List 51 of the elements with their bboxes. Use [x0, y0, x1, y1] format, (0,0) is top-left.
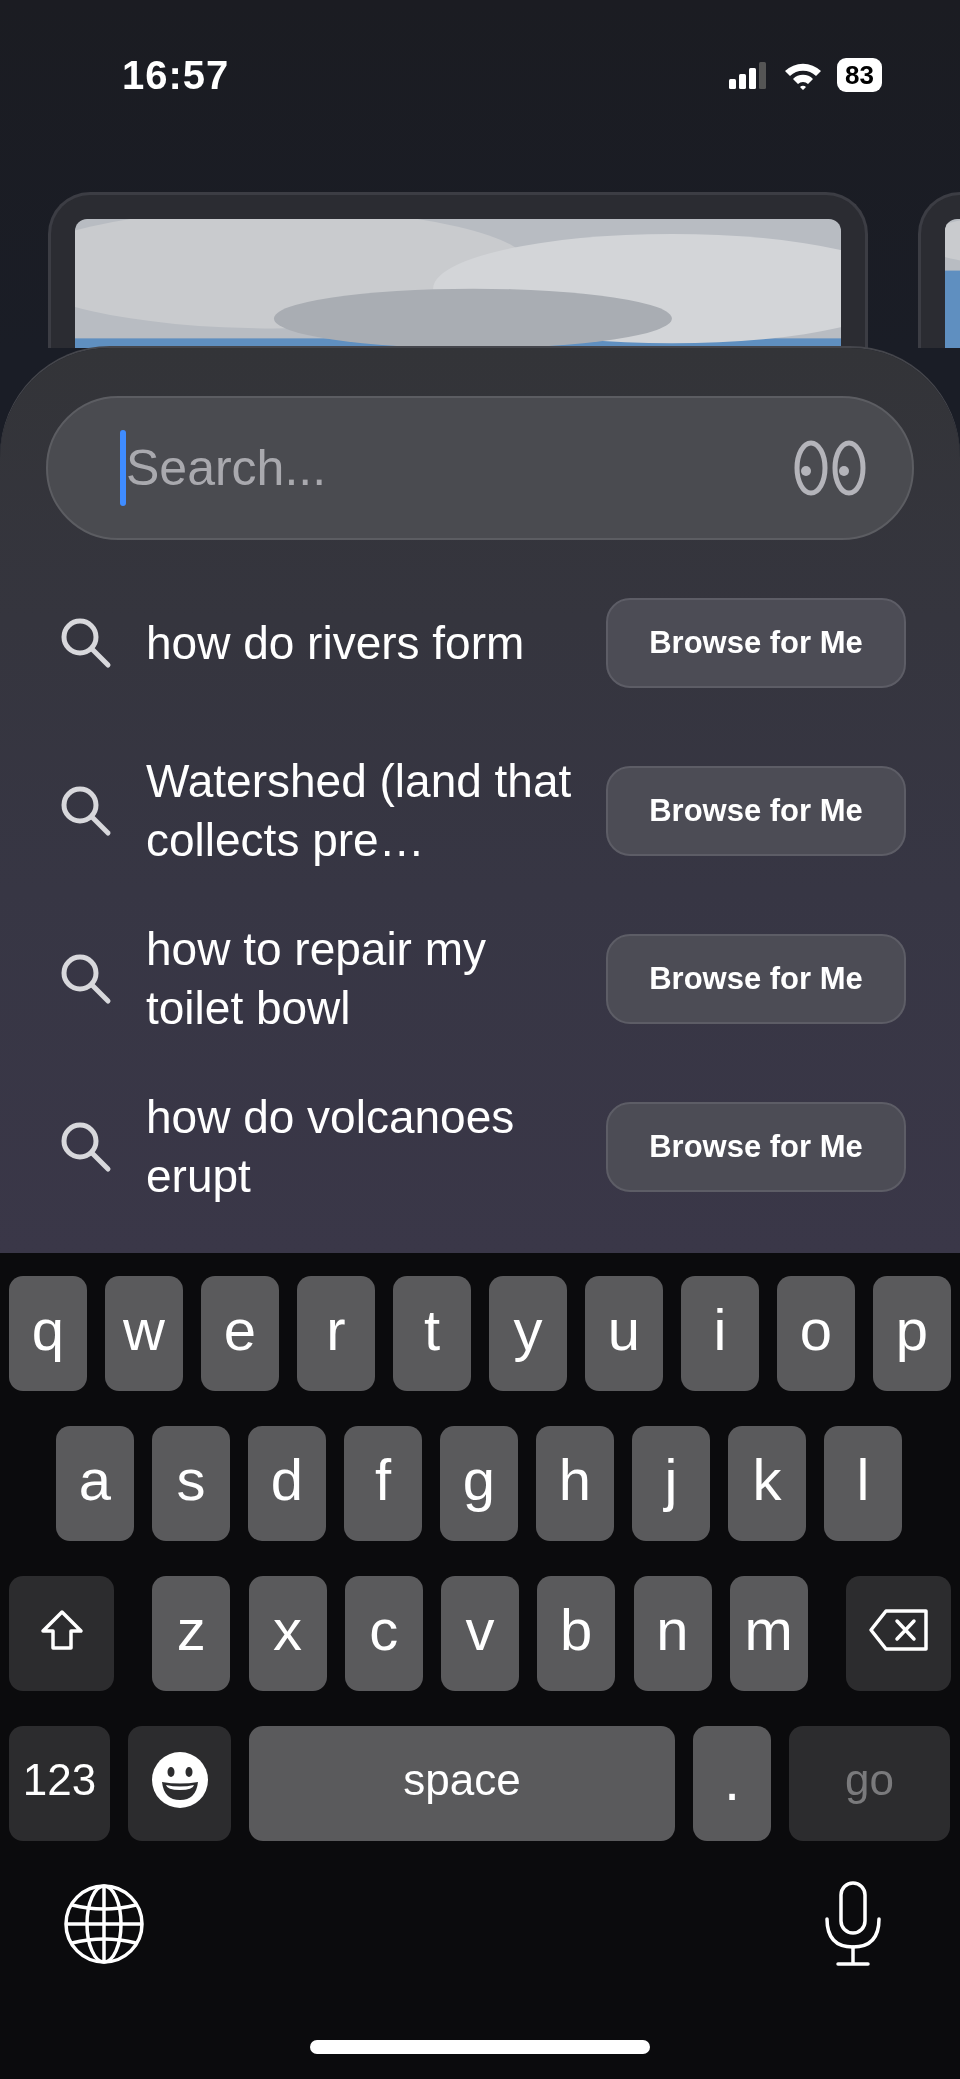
delete-key[interactable]: [846, 1576, 951, 1691]
suggestion-text[interactable]: how do volcanoes erupt: [146, 1088, 606, 1206]
search-bar[interactable]: Search...: [46, 396, 914, 540]
letter-key[interactable]: o: [777, 1276, 855, 1391]
eyes-icon[interactable]: [794, 439, 866, 497]
browse-button[interactable]: Browse for Me: [606, 598, 906, 688]
space-key[interactable]: space: [249, 1726, 675, 1841]
globe-icon[interactable]: [63, 1883, 145, 1965]
browse-button[interactable]: Browse for Me: [606, 1102, 906, 1192]
microphone-icon[interactable]: [822, 1881, 884, 1967]
letter-key[interactable]: r: [297, 1276, 375, 1391]
delete-icon: [867, 1607, 930, 1652]
search-input[interactable]: Search...: [126, 439, 794, 497]
letter-key[interactable]: f: [344, 1426, 422, 1541]
letter-key[interactable]: l: [824, 1426, 902, 1541]
letter-key[interactable]: u: [585, 1276, 663, 1391]
suggestion-text[interactable]: how to repair my toilet bowl: [146, 920, 606, 1038]
suggestion-text[interactable]: Watershed (land that collects pre…: [146, 752, 606, 870]
letter-key[interactable]: m: [729, 1576, 808, 1691]
shift-icon: [38, 1608, 85, 1651]
letter-key[interactable]: x: [248, 1576, 327, 1691]
letter-key[interactable]: a: [56, 1426, 134, 1541]
letter-key[interactable]: q: [9, 1276, 87, 1391]
emoji-key[interactable]: [128, 1726, 231, 1841]
period-key[interactable]: .: [693, 1726, 771, 1841]
suggestion-text[interactable]: how do rivers form: [146, 613, 606, 673]
letter-key[interactable]: w: [105, 1276, 183, 1391]
letter-key[interactable]: k: [728, 1426, 806, 1541]
status-time: 16:57: [122, 52, 230, 98]
letter-key[interactable]: e: [201, 1276, 279, 1391]
letter-key[interactable]: i: [681, 1276, 759, 1391]
smiley-icon: [150, 1750, 209, 1809]
letter-key[interactable]: p: [873, 1276, 951, 1391]
tab-card[interactable]: [48, 192, 868, 348]
letter-key[interactable]: n: [633, 1576, 712, 1691]
letter-key[interactable]: z: [152, 1576, 231, 1691]
letter-key[interactable]: t: [393, 1276, 471, 1391]
letter-key[interactable]: d: [248, 1426, 326, 1541]
letter-key[interactable]: j: [632, 1426, 710, 1541]
letter-key[interactable]: c: [344, 1576, 423, 1691]
letter-key[interactable]: s: [152, 1426, 230, 1541]
letter-key[interactable]: b: [537, 1576, 616, 1691]
numbers-key[interactable]: 123: [9, 1726, 110, 1841]
battery-indicator: 83: [837, 58, 882, 92]
letter-key[interactable]: h: [536, 1426, 614, 1541]
shift-key[interactable]: [9, 1576, 114, 1691]
letter-key[interactable]: g: [440, 1426, 518, 1541]
letter-key[interactable]: y: [489, 1276, 567, 1391]
letter-key[interactable]: v: [441, 1576, 519, 1691]
browse-button[interactable]: Browse for Me: [606, 766, 906, 856]
browse-button[interactable]: Browse for Me: [606, 934, 906, 1024]
